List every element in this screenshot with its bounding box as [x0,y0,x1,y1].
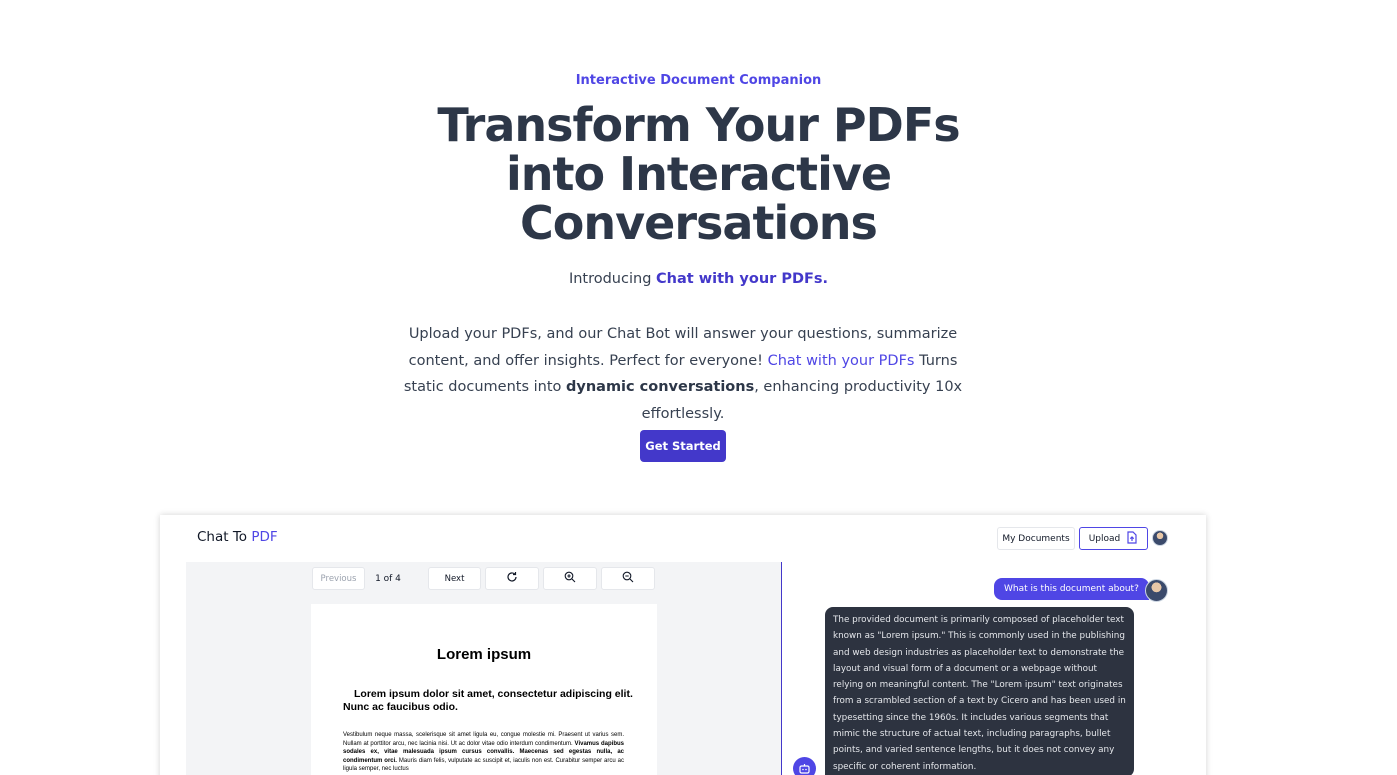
upload-button[interactable]: Upload [1079,527,1148,550]
get-started-button[interactable]: Get Started [640,430,726,462]
zoom-out-button[interactable] [601,567,655,590]
file-upload-icon [1126,530,1138,547]
headline-line-1: Transform Your PDFs [437,98,960,152]
pdf-viewer: Previous 1 of 4 Next Lorem ipsum Lorem i… [186,562,781,775]
app-preview: Chat To PDF My Documents Upload Previous… [160,515,1206,775]
bot-icon [793,757,816,775]
page-indicator: 1 of 4 [375,573,401,584]
pdf-page-subtitle: Lorem ipsum dolor sit amet, consectetur … [343,688,633,713]
pdf-page-title: Lorem ipsum [436,646,532,663]
rotate-button[interactable] [485,567,539,590]
zoom-in-button[interactable] [543,567,597,590]
pdf-page: Lorem ipsum Lorem ipsum dolor sit amet, … [311,604,657,775]
hero-headline: Transform Your PDFs into Interactive Con… [0,101,1397,248]
previous-page-button[interactable]: Previous [312,567,365,590]
hero-description: Upload your PDFs, and our Chat Bot will … [398,321,968,427]
intro-brand: Chat with your PDFs. [656,271,829,287]
intro-prefix: Introducing [568,271,657,287]
headline-line-3: Conversations [520,196,878,250]
rotate-icon [506,571,518,586]
hero-intro: Introducing Chat with your PDFs. [0,271,1397,287]
question-avatar [1145,579,1168,602]
app-logo-accent: PDF [251,529,278,545]
my-documents-button[interactable]: My Documents [997,527,1075,550]
zoom-in-icon [564,571,576,586]
pdf-page-body: Vestibulum neque massa, scelerisque sit … [343,731,624,774]
user-question-bubble: What is this document about? [994,578,1149,600]
chat-panel: What is this document about? The provide… [782,562,1180,775]
app-logo-prefix: Chat To [197,529,252,545]
zoom-out-icon [622,571,634,586]
desc-bold: dynamic conversations [566,379,755,395]
desc-brand-link: Chat with your PDFs [767,352,915,369]
hero-eyebrow: Interactive Document Companion [575,73,822,88]
bot-answer-bubble: The provided document is primarily compo… [825,607,1134,775]
headline-line-2: into Interactive [505,147,892,201]
upload-label: Upload [1088,533,1121,544]
next-page-button[interactable]: Next [428,567,481,590]
app-logo[interactable]: Chat To PDF [197,529,278,545]
user-avatar[interactable] [1152,530,1168,546]
